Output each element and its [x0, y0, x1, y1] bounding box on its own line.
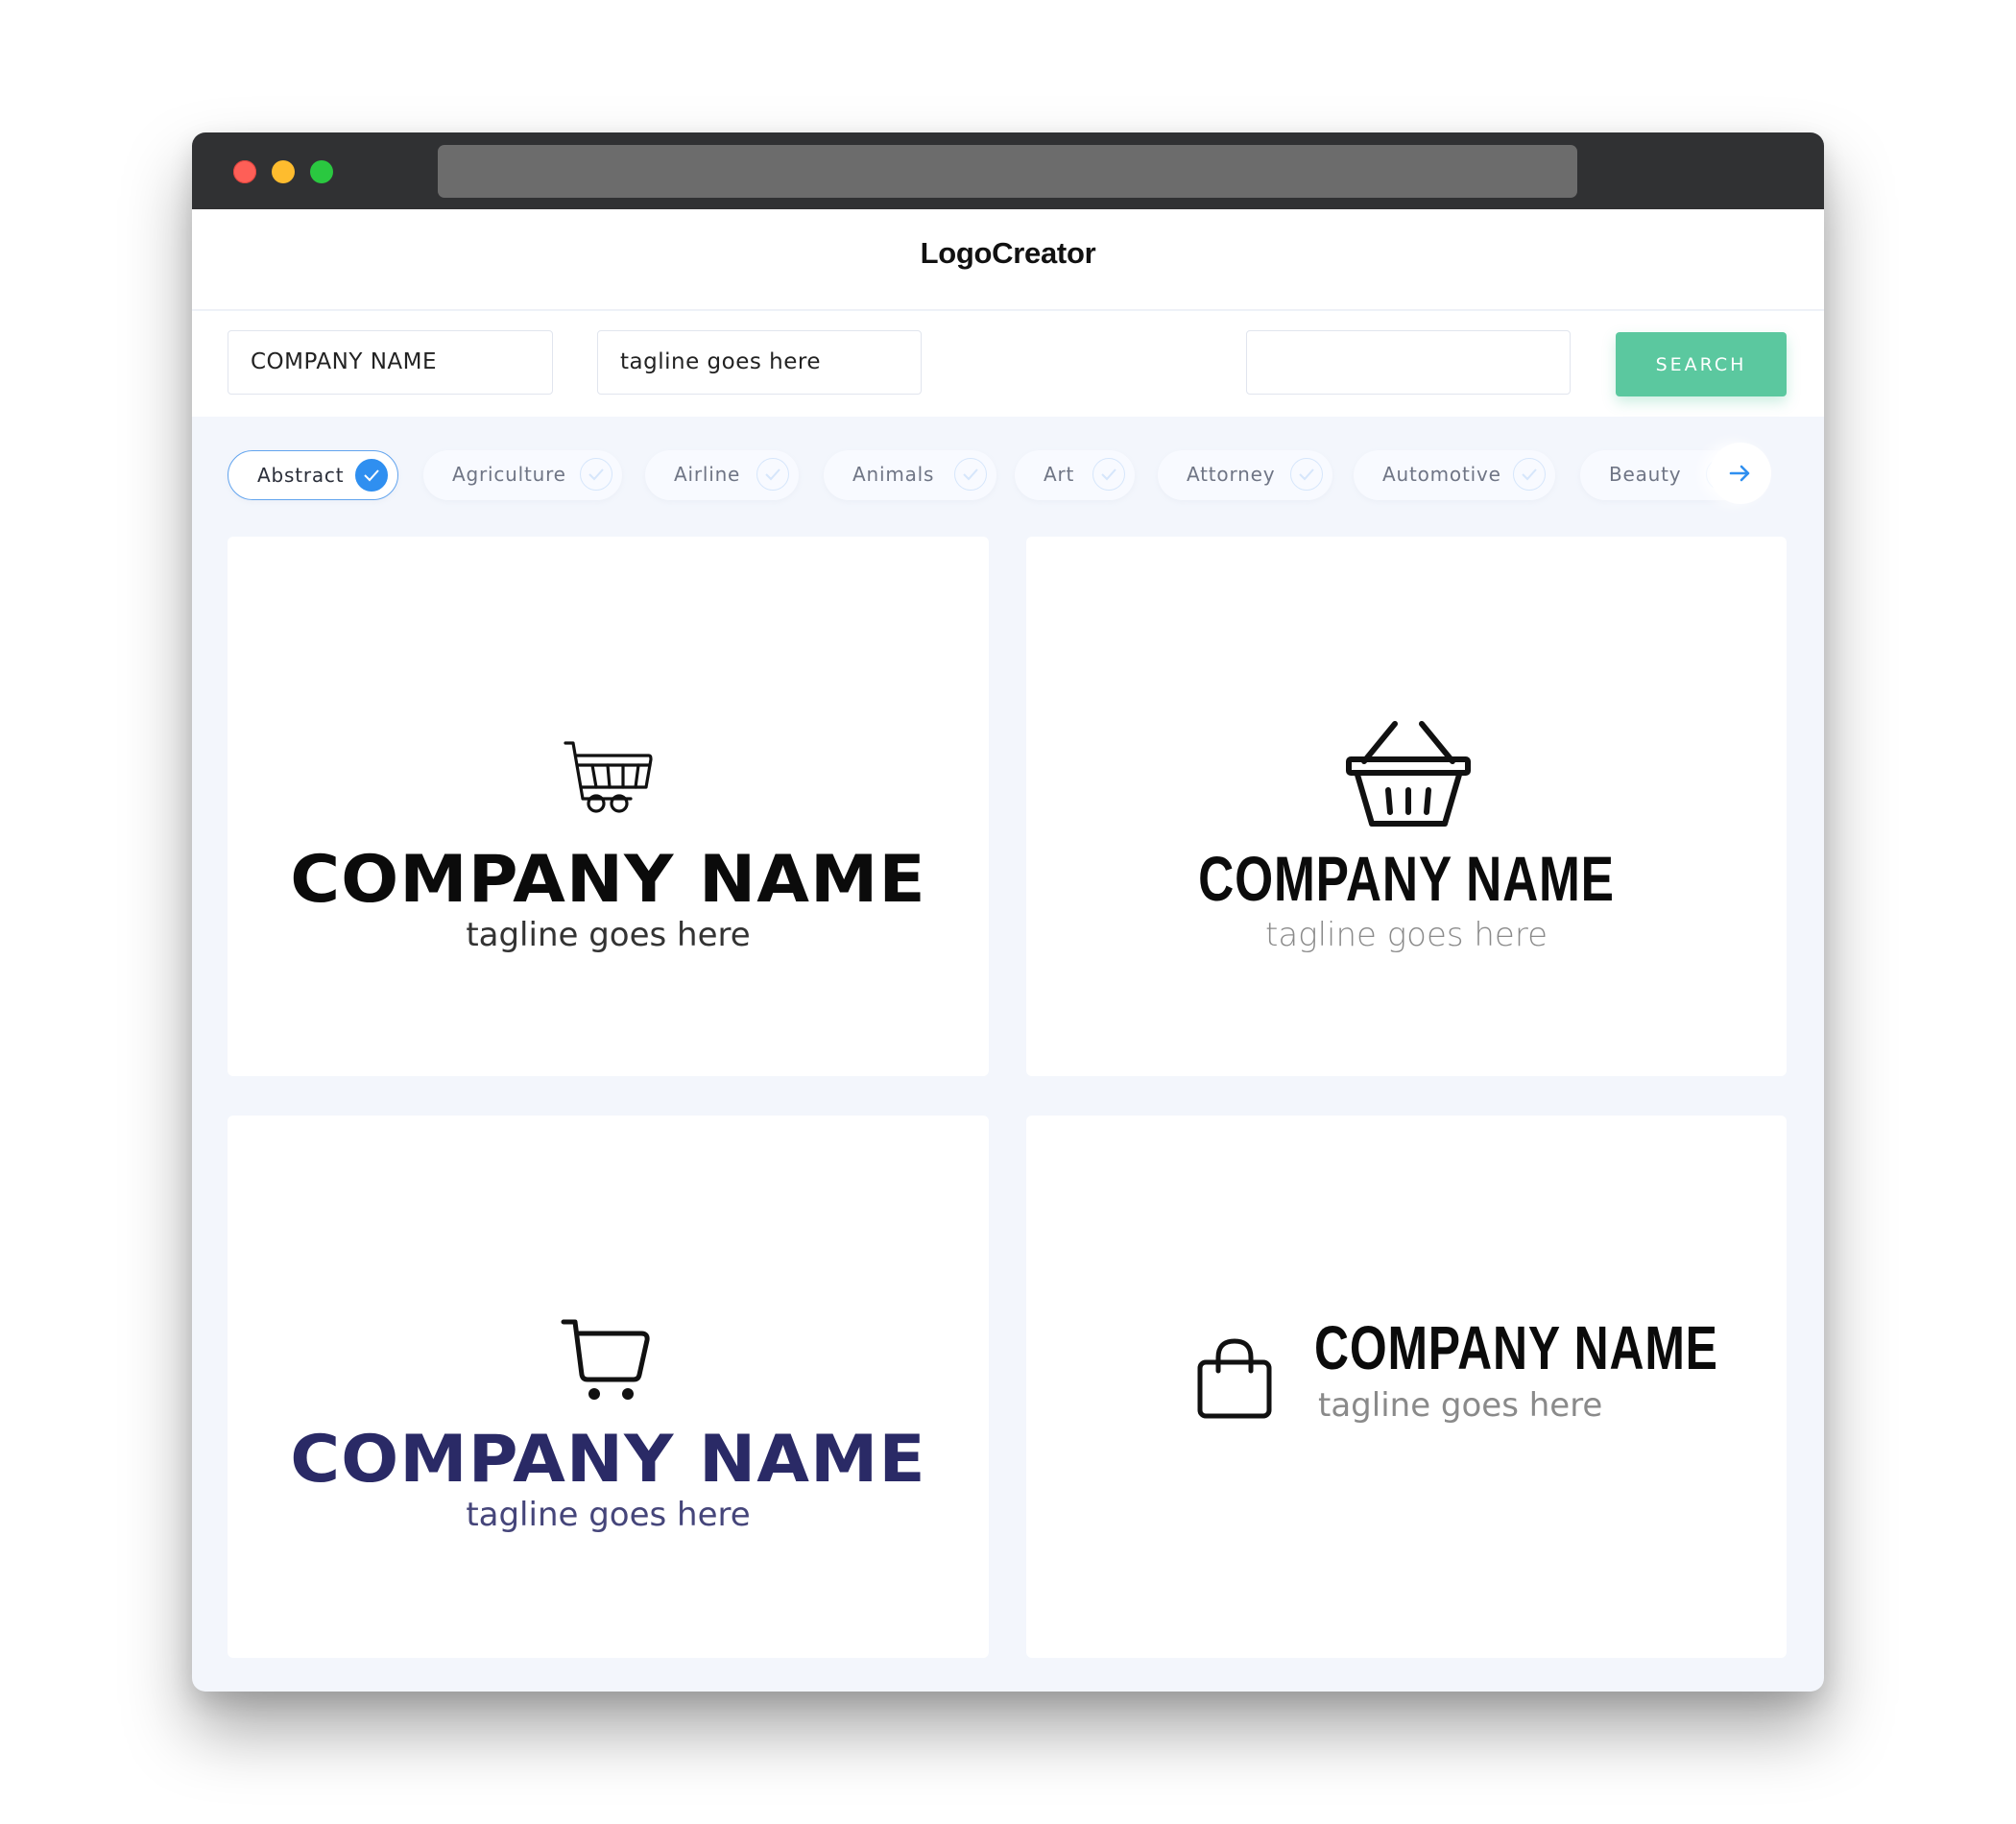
logo-tagline: tagline goes here: [1318, 1386, 1603, 1425]
shopping-bag-icon: [1197, 1338, 1272, 1419]
check-icon: [1513, 458, 1546, 491]
maximize-window-button[interactable]: [310, 160, 333, 183]
chip-label: Art: [1044, 463, 1075, 486]
check-icon: [756, 458, 789, 491]
logo-tagline: tagline goes here: [466, 1496, 751, 1534]
logo-company-name: COMPANY NAME: [1314, 1313, 1718, 1382]
keyword-input[interactable]: [1246, 330, 1571, 395]
logo-card[interactable]: COMPANY NAME tagline goes here: [1026, 1116, 1787, 1658]
simple-cart-icon: [561, 1319, 650, 1400]
close-window-button[interactable]: [233, 160, 256, 183]
logo-card[interactable]: COMPANY NAME tagline goes here: [228, 1116, 989, 1658]
check-icon: [580, 458, 612, 491]
shopping-cart-icon: [564, 741, 653, 813]
chip-label: Attorney: [1187, 463, 1276, 486]
next-categories-button[interactable]: [1710, 443, 1771, 504]
category-chip-automotive[interactable]: Automotive: [1354, 450, 1555, 500]
logo-tagline: tagline goes here: [466, 916, 751, 954]
category-chip-agriculture[interactable]: Agriculture: [423, 450, 622, 500]
tagline-input[interactable]: tagline goes here: [597, 330, 922, 395]
address-bar[interactable]: [438, 145, 1577, 198]
app-title[interactable]: LogoCreator: [192, 236, 1824, 271]
logo-company-name: COMPANY NAME: [1198, 843, 1615, 914]
category-chip-attorney[interactable]: Attorney: [1158, 450, 1332, 500]
search-toolbar: COMPANY NAME tagline goes here SEARCH: [192, 311, 1824, 417]
search-button[interactable]: SEARCH: [1616, 332, 1787, 396]
title-bar: [192, 132, 1824, 209]
check-icon: [1092, 458, 1125, 491]
browser-window: LogoCreator COMPANY NAME tagline goes he…: [192, 132, 1824, 1692]
category-filter-bar: Abstract Agriculture Airline Animals Art…: [192, 438, 1824, 515]
logo-tagline: tagline goes here: [1265, 916, 1548, 954]
check-icon: [1290, 458, 1323, 491]
chip-label: Beauty: [1609, 463, 1682, 486]
arrow-right-icon: [1729, 465, 1750, 482]
chip-label: Automotive: [1382, 463, 1501, 486]
chip-label: Airline: [674, 463, 741, 486]
app-header: LogoCreator: [192, 209, 1824, 309]
shopping-basket-icon: [1346, 721, 1471, 827]
minimize-window-button[interactable]: [272, 160, 295, 183]
check-icon: [355, 459, 388, 492]
chip-label: Abstract: [257, 464, 345, 487]
category-chip-abstract[interactable]: Abstract: [228, 450, 398, 500]
chip-label: Agriculture: [452, 463, 566, 486]
category-chip-animals[interactable]: Animals: [824, 450, 996, 500]
category-chip-art[interactable]: Art: [1015, 450, 1135, 500]
logo-card[interactable]: COMPANY NAME tagline goes here: [228, 537, 989, 1076]
logo-card[interactable]: COMPANY NAME tagline goes here: [1026, 537, 1787, 1076]
logo-company-name: COMPANY NAME: [290, 1422, 926, 1498]
logo-company-name: COMPANY NAME: [290, 842, 926, 918]
check-icon: [954, 458, 987, 491]
chip-label: Animals: [852, 463, 935, 486]
company-name-input[interactable]: COMPANY NAME: [228, 330, 553, 395]
category-chip-airline[interactable]: Airline: [645, 450, 799, 500]
